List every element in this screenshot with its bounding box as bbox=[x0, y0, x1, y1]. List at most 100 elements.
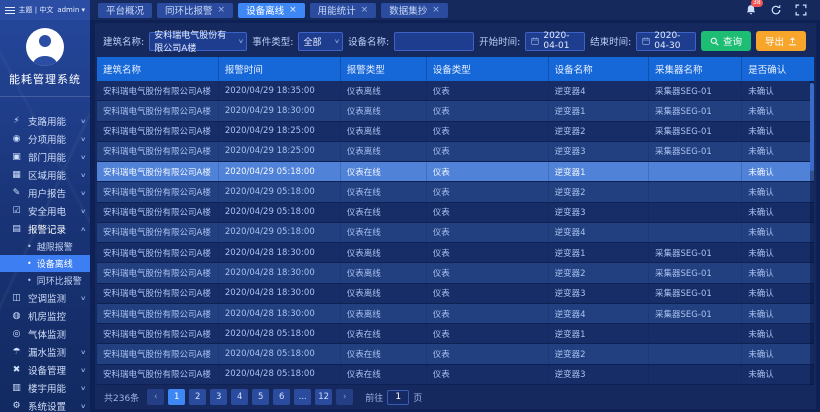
page-button-1[interactable]: 1 bbox=[168, 389, 185, 405]
table-row[interactable]: 安科瑞电气股份有限公司A楼2020/04/28 05:18:00仪表在线仪表逆变… bbox=[97, 365, 814, 385]
building-select[interactable]: 安科瑞电气股份有限公司A楼 ∨ bbox=[149, 32, 247, 51]
sidebar-item-label: 系统设置 bbox=[28, 399, 66, 412]
cell-building: 安科瑞电气股份有限公司A楼 bbox=[97, 203, 219, 222]
locale-switcher[interactable]: 主题 | 中文 bbox=[19, 5, 54, 15]
tab-2[interactable]: 设备离线× bbox=[238, 3, 305, 18]
refresh-icon[interactable] bbox=[769, 4, 782, 17]
chevron-down-icon: ∨ bbox=[80, 190, 86, 197]
column-header-dname: 设备名称 bbox=[549, 57, 649, 81]
cell-dtype: 仪表 bbox=[427, 263, 549, 282]
cell-alarm: 仪表在线 bbox=[341, 344, 427, 363]
hamburger-menu-icon[interactable] bbox=[5, 7, 15, 14]
cell-dtype: 仪表 bbox=[427, 304, 549, 323]
cell-alarm: 仪表离线 bbox=[341, 122, 427, 141]
sidebar-item-5[interactable]: ☑安全用电∨ bbox=[0, 202, 90, 220]
cell-alarm: 仪表离线 bbox=[341, 81, 427, 100]
cell-collector: 采集器SEG-01 bbox=[649, 263, 742, 282]
start-time-filter-label: 开始时间: bbox=[479, 34, 520, 48]
page-button-...[interactable]: ... bbox=[294, 389, 311, 405]
sidebar-subitem-6-0[interactable]: •越限报警 bbox=[0, 238, 90, 255]
sidebar-item-9[interactable]: ◎气体监测 bbox=[0, 325, 90, 343]
page-button-5[interactable]: 5 bbox=[252, 389, 269, 405]
sidebar: 能耗管理系统 ⚡支路用能∨◉分项用能∨▣部门用能∨▦区域用能∨✎用户报告∨☑安全… bbox=[0, 20, 90, 412]
sidebar-subitem-6-2[interactable]: •同环比报警 bbox=[0, 272, 90, 289]
table-row[interactable]: 安科瑞电气股份有限公司A楼2020/04/29 18:30:00仪表离线仪表逆变… bbox=[97, 101, 814, 121]
table-row[interactable]: 安科瑞电气股份有限公司A楼2020/04/29 18:25:00仪表离线仪表逆变… bbox=[97, 142, 814, 162]
next-page-button[interactable]: › bbox=[336, 389, 353, 405]
sidebar-subitem-6-1[interactable]: •设备离线 bbox=[0, 255, 90, 272]
table-row[interactable]: 安科瑞电气股份有限公司A楼2020/04/29 05:18:00仪表在线仪表逆变… bbox=[97, 182, 814, 202]
tab-4[interactable]: 数据集抄× bbox=[381, 3, 448, 18]
sidebar-item-7[interactable]: ◫空调监测∨ bbox=[0, 289, 90, 307]
table-scrollbar[interactable] bbox=[810, 81, 814, 385]
sidebar-item-6[interactable]: ▤报警记录∧ bbox=[0, 220, 90, 238]
scrollbar-thumb[interactable] bbox=[810, 83, 814, 171]
prev-page-button[interactable]: ‹ bbox=[147, 389, 164, 405]
tab-close-icon[interactable]: × bbox=[218, 6, 226, 15]
cell-alarm: 仪表在线 bbox=[341, 182, 427, 201]
page-button-4[interactable]: 4 bbox=[231, 389, 248, 405]
sidebar-item-label: 支路用能 bbox=[28, 114, 66, 128]
tab-1[interactable]: 同环比报警× bbox=[157, 3, 233, 18]
branch-energy-icon: ⚡ bbox=[11, 116, 22, 126]
table-row[interactable]: 安科瑞电气股份有限公司A楼2020/04/29 18:25:00仪表离线仪表逆变… bbox=[97, 122, 814, 142]
table-row[interactable]: 安科瑞电气股份有限公司A楼2020/04/28 18:30:00仪表离线仪表逆变… bbox=[97, 243, 814, 263]
sidebar-item-2[interactable]: ▣部门用能∨ bbox=[0, 148, 90, 166]
end-date-picker[interactable]: 2020-04-30 bbox=[636, 32, 696, 51]
sidebar-item-11[interactable]: ✖设备管理∨ bbox=[0, 361, 90, 379]
goto-page-input[interactable] bbox=[387, 390, 409, 405]
tab-close-icon[interactable]: × bbox=[289, 6, 297, 15]
building-filter-label: 建筑名称: bbox=[103, 34, 144, 48]
table-row[interactable]: 安科瑞电气股份有限公司A楼2020/04/29 05:18:00仪表在线仪表逆变… bbox=[97, 223, 814, 243]
user-report-icon: ✎ bbox=[11, 188, 22, 198]
cell-alarm: 仪表在线 bbox=[341, 162, 427, 181]
cell-confirm: 未确认 bbox=[742, 142, 814, 161]
tab-close-icon[interactable]: × bbox=[432, 6, 440, 15]
cell-dname: 逆变器3 bbox=[549, 284, 649, 303]
table-row[interactable]: 安科瑞电气股份有限公司A楼2020/04/29 05:18:00仪表在线仪表逆变… bbox=[97, 203, 814, 223]
search-button[interactable]: 查询 bbox=[701, 31, 751, 51]
cell-collector bbox=[649, 365, 742, 384]
tab-3[interactable]: 用能统计× bbox=[310, 3, 377, 18]
notifications-bell-icon[interactable]: 38 bbox=[744, 4, 757, 17]
system-settings-icon: ⚙ bbox=[11, 401, 22, 411]
cell-time: 2020/04/29 05:18:00 bbox=[219, 162, 341, 181]
device-name-input[interactable] bbox=[394, 32, 474, 51]
start-date-picker[interactable]: 2020-04-01 bbox=[525, 32, 585, 51]
sidebar-item-12[interactable]: ▥楼宇用能∨ bbox=[0, 379, 90, 397]
chevron-down-icon: ∨ bbox=[80, 349, 86, 356]
page-button-3[interactable]: 3 bbox=[210, 389, 227, 405]
page-button-2[interactable]: 2 bbox=[189, 389, 206, 405]
page-button-12[interactable]: 12 bbox=[315, 389, 332, 405]
cell-time: 2020/04/29 05:18:00 bbox=[219, 182, 341, 201]
sidebar-item-8[interactable]: ◍机房监控 bbox=[0, 307, 90, 325]
table-row[interactable]: 安科瑞电气股份有限公司A楼2020/04/28 05:18:00仪表在线仪表逆变… bbox=[97, 344, 814, 364]
table-row[interactable]: 安科瑞电气股份有限公司A楼2020/04/28 18:30:00仪表离线仪表逆变… bbox=[97, 284, 814, 304]
table-row[interactable]: 安科瑞电气股份有限公司A楼2020/04/28 05:18:00仪表在线仪表逆变… bbox=[97, 324, 814, 344]
machine-room-icon: ◍ bbox=[11, 311, 22, 321]
table-row[interactable]: 安科瑞电气股份有限公司A楼2020/04/29 18:35:00仪表离线仪表逆变… bbox=[97, 81, 814, 101]
tab-0[interactable]: 平台概况 bbox=[98, 3, 152, 18]
sidebar-item-3[interactable]: ▦区域用能∨ bbox=[0, 166, 90, 184]
sidebar-item-4[interactable]: ✎用户报告∨ bbox=[0, 184, 90, 202]
fullscreen-icon[interactable] bbox=[794, 4, 807, 17]
table-row[interactable]: 安科瑞电气股份有限公司A楼2020/04/29 05:18:00仪表在线仪表逆变… bbox=[97, 162, 814, 182]
cell-time: 2020/04/28 18:30:00 bbox=[219, 304, 341, 323]
cell-dtype: 仪表 bbox=[427, 324, 549, 343]
cell-dname: 逆变器4 bbox=[549, 304, 649, 323]
sidebar-item-1[interactable]: ◉分项用能∨ bbox=[0, 130, 90, 148]
event-type-select[interactable]: 全部 ∨ bbox=[298, 32, 342, 51]
sidebar-item-0[interactable]: ⚡支路用能∨ bbox=[0, 112, 90, 130]
cell-building: 安科瑞电气股份有限公司A楼 bbox=[97, 284, 219, 303]
cell-collector bbox=[649, 203, 742, 222]
tab-close-icon[interactable]: × bbox=[361, 6, 369, 15]
sidebar-item-10[interactable]: ☂漏水监测∨ bbox=[0, 343, 90, 361]
sidebar-item-13[interactable]: ⚙系统设置∨ bbox=[0, 397, 90, 412]
user-menu[interactable]: admin ▾ bbox=[57, 6, 85, 14]
page-button-6[interactable]: 6 bbox=[273, 389, 290, 405]
table-row[interactable]: 安科瑞电气股份有限公司A楼2020/04/28 18:30:00仪表离线仪表逆变… bbox=[97, 263, 814, 283]
export-button[interactable]: 导出 bbox=[756, 31, 806, 51]
table-row[interactable]: 安科瑞电气股份有限公司A楼2020/04/28 18:30:00仪表离线仪表逆变… bbox=[97, 304, 814, 324]
cell-dtype: 仪表 bbox=[427, 101, 549, 120]
calendar-icon bbox=[531, 37, 539, 45]
